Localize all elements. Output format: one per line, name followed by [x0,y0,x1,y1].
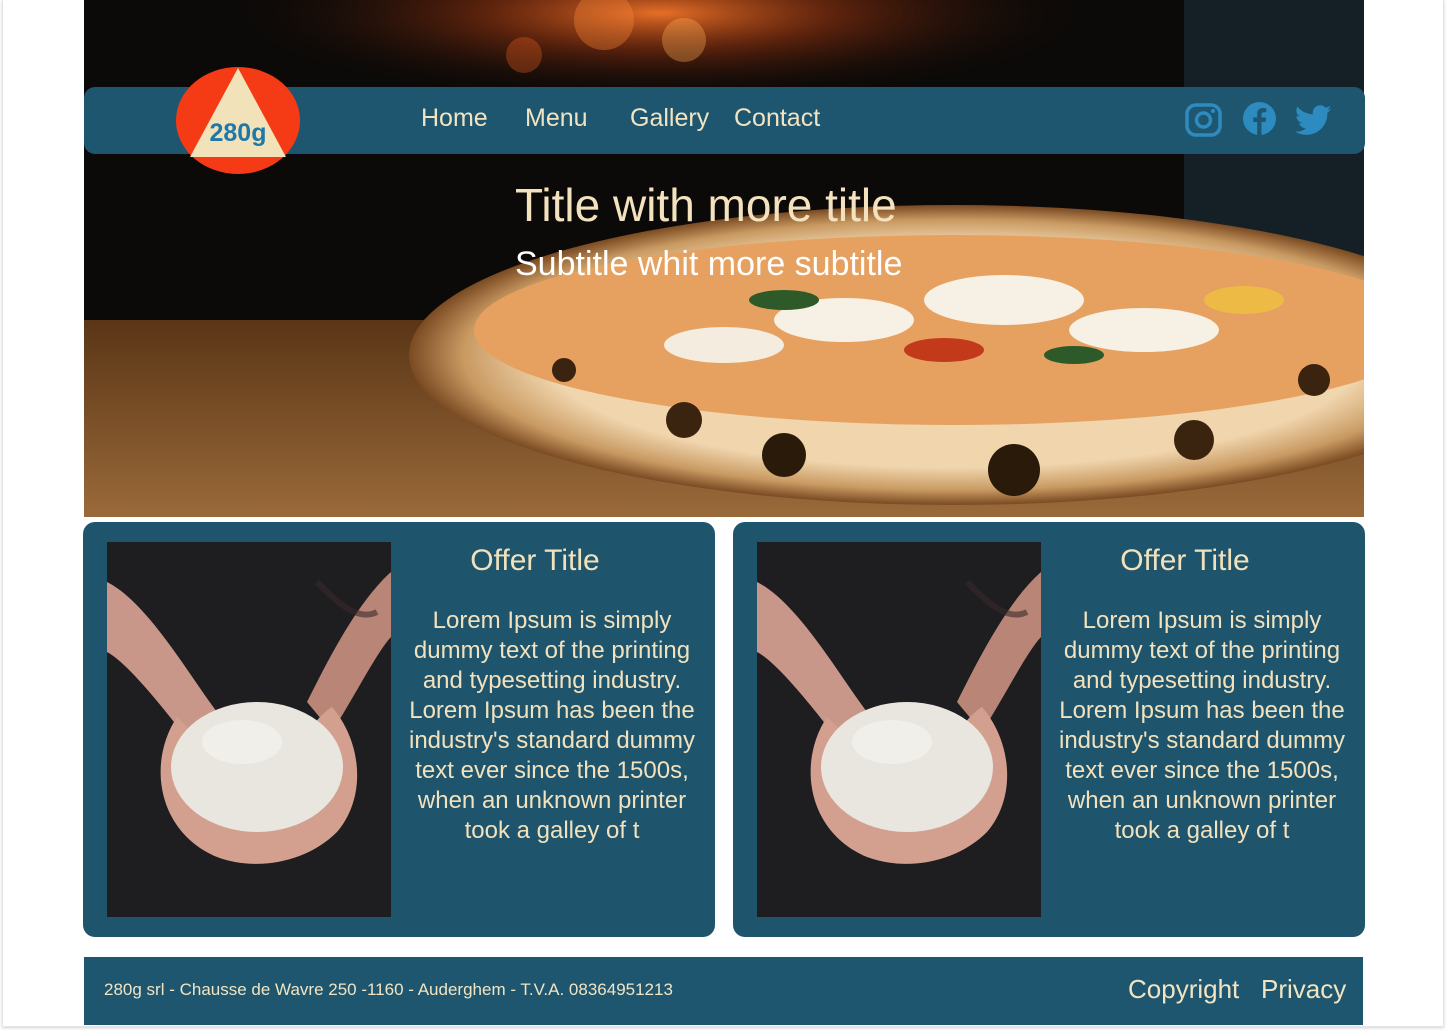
hero-subtitle: Subtitle whit more subtitle [515,245,903,283]
nav-contact[interactable]: Contact [734,104,820,133]
twitter-icon[interactable] [1295,105,1332,136]
footer-copyright-link[interactable]: Copyright [1128,974,1239,1005]
dough-ball-photo [757,542,1041,917]
offer-card: Offer Title Lorem Ipsum is simply dummy … [83,522,715,937]
logo-text: 280g [209,119,267,147]
footer-address: 280g srl - Chausse de Wavre 250 -1160 - … [104,980,673,999]
nav-menu[interactable]: Menu [525,104,588,133]
offer-title: Offer Title [1120,544,1250,577]
hero-title: Title with more title [515,179,897,231]
nav-gallery[interactable]: Gallery [630,104,709,133]
offer-title: Offer Title [470,544,600,577]
footer-privacy-link[interactable]: Privacy [1261,974,1346,1005]
footer: 280g srl - Chausse de Wavre 250 -1160 - … [84,957,1363,1025]
offer-description: Lorem Ipsum is simply dummy text of the … [1058,607,1346,844]
instagram-icon[interactable] [1185,103,1222,137]
page: 280g Home Menu Gallery Contact Title wit… [83,0,1365,1032]
offer-card: Offer Title Lorem Ipsum is simply dummy … [733,522,1365,937]
facebook-icon[interactable] [1242,101,1277,136]
dough-ball-photo [107,542,391,917]
offer-description: Lorem Ipsum is simply dummy text of the … [408,607,696,844]
nav-home[interactable]: Home [421,104,488,133]
brand-logo[interactable]: 280g [176,67,300,174]
